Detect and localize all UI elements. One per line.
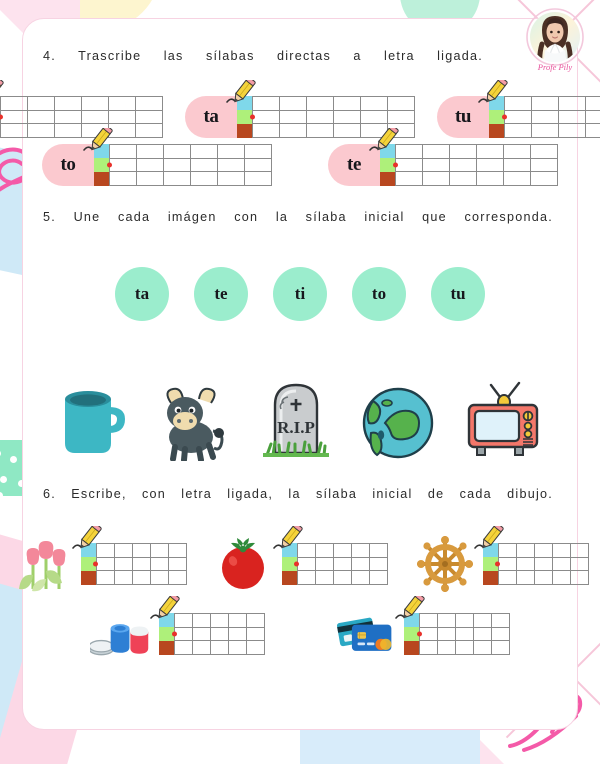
start-band-block <box>94 144 112 187</box>
syllable-circle-row: ta te ti to tu <box>43 267 557 322</box>
writing-grid[interactable] <box>252 96 415 139</box>
syllable-circle-ti[interactable]: ti <box>273 267 327 322</box>
writing-grid[interactable] <box>419 613 510 656</box>
start-band-block <box>159 613 177 656</box>
bull-icon[interactable] <box>157 381 231 462</box>
trace-item-ti[interactable]: ti <box>0 77 163 139</box>
profe-pily-logo: Profe Pily <box>518 4 592 78</box>
writing-grid-group[interactable] <box>473 523 589 586</box>
start-band-block <box>380 144 398 187</box>
writing-grid[interactable] <box>174 613 265 656</box>
bg-shape-blue-bottom-right <box>300 724 480 764</box>
writing-grid[interactable] <box>504 96 600 139</box>
credit-cards-icon <box>335 606 397 662</box>
q6-item-tomate[interactable] <box>213 523 388 592</box>
logo-brand-text: Profe Pily <box>537 62 573 72</box>
writing-grid-group[interactable] <box>272 523 388 586</box>
question-5-heading: 5. Une cada imágen con la sílaba inicial… <box>43 210 553 225</box>
question-6-heading: 6. Escribe, con letra ligada, la sílaba … <box>43 487 553 502</box>
trace-row-1: ti <box>0 77 600 139</box>
start-band-block <box>404 613 422 656</box>
ship-wheel-icon <box>414 536 476 593</box>
start-band-block <box>489 96 507 139</box>
writing-grid[interactable] <box>395 144 558 187</box>
writing-grid[interactable] <box>109 144 272 187</box>
syllable-circle-ta[interactable]: ta <box>115 267 169 322</box>
trace-item-to[interactable]: to <box>42 125 272 187</box>
start-band-block <box>80 543 98 586</box>
syllable-pill: tu <box>437 96 489 139</box>
paint-jars-icon <box>90 606 152 662</box>
syllable-pill: te <box>328 144 380 187</box>
q6-item-tarjetas[interactable] <box>335 593 510 662</box>
trace-item-ta[interactable]: ta <box>185 77 415 139</box>
writing-grid[interactable] <box>95 543 187 586</box>
q6-item-tempera[interactable] <box>90 593 265 662</box>
writing-grid-group[interactable] <box>395 593 510 656</box>
trace-item-te[interactable]: te <box>328 125 558 187</box>
worksheet-card: 4. Trascribe las sílabas directas a letr… <box>0 18 600 730</box>
start-band-block <box>281 543 299 586</box>
writing-grid[interactable] <box>497 543 589 586</box>
start-band-block <box>482 543 500 586</box>
q6-item-timon[interactable] <box>414 523 589 593</box>
syllable-circle-to[interactable]: to <box>352 267 406 322</box>
syllable-circle-tu[interactable]: tu <box>431 267 485 322</box>
tulips-icon <box>12 536 74 592</box>
television-icon[interactable] <box>463 375 543 461</box>
trace-row-2: to te <box>42 125 558 187</box>
picture-row: R.I.P <box>43 365 557 462</box>
q6-item-tulipanes[interactable] <box>12 523 187 592</box>
tomato-icon <box>213 536 275 592</box>
tombstone-text: R.I.P <box>277 418 315 437</box>
tombstone-icon[interactable]: R.I.P <box>259 375 333 461</box>
writing-grid[interactable] <box>296 543 388 586</box>
writing-grid-group[interactable] <box>150 593 265 656</box>
trace-item-tu[interactable]: tu <box>437 77 600 139</box>
writing-grid-group[interactable] <box>71 523 187 586</box>
earth-globe-icon[interactable] <box>361 385 435 461</box>
writing-grid[interactable] <box>0 96 163 139</box>
mug-icon[interactable] <box>57 377 129 461</box>
question-6-row-2 <box>43 593 557 662</box>
start-band-block <box>237 96 255 139</box>
syllable-pill: to <box>42 144 94 187</box>
syllable-pill: ta <box>185 96 237 139</box>
syllable-circle-te[interactable]: te <box>194 267 248 322</box>
question-4-heading: 4. Trascribe las sílabas directas a letr… <box>43 49 483 63</box>
question-6-row-1 <box>18 523 589 593</box>
